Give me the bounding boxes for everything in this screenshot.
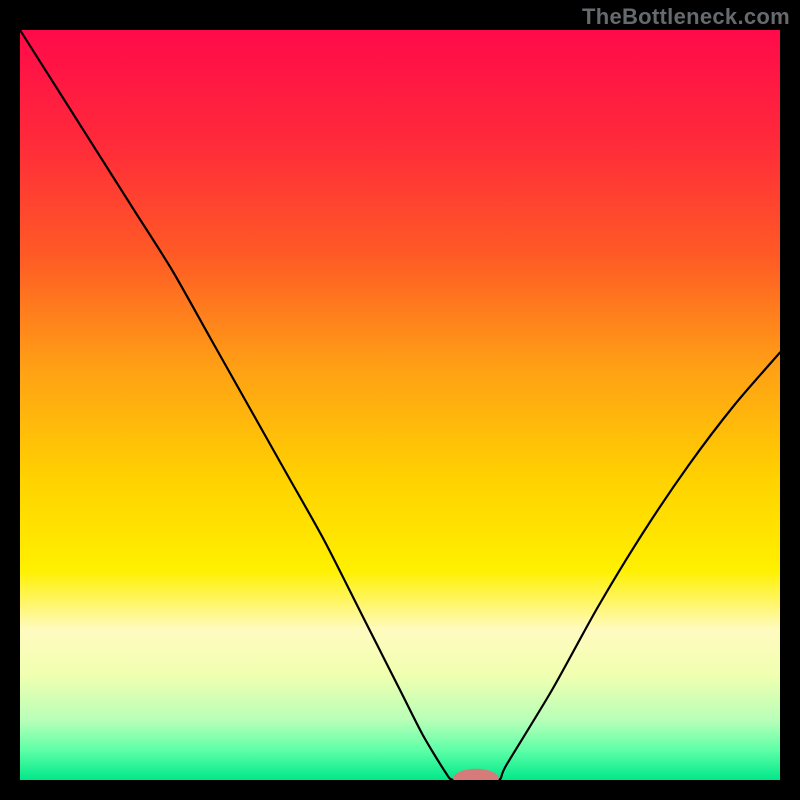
chart-container: TheBottleneck.com: [0, 0, 800, 800]
chart-svg: [20, 30, 780, 780]
watermark-text: TheBottleneck.com: [582, 4, 790, 30]
plot-area: [20, 30, 780, 780]
chart-background: [20, 30, 780, 780]
